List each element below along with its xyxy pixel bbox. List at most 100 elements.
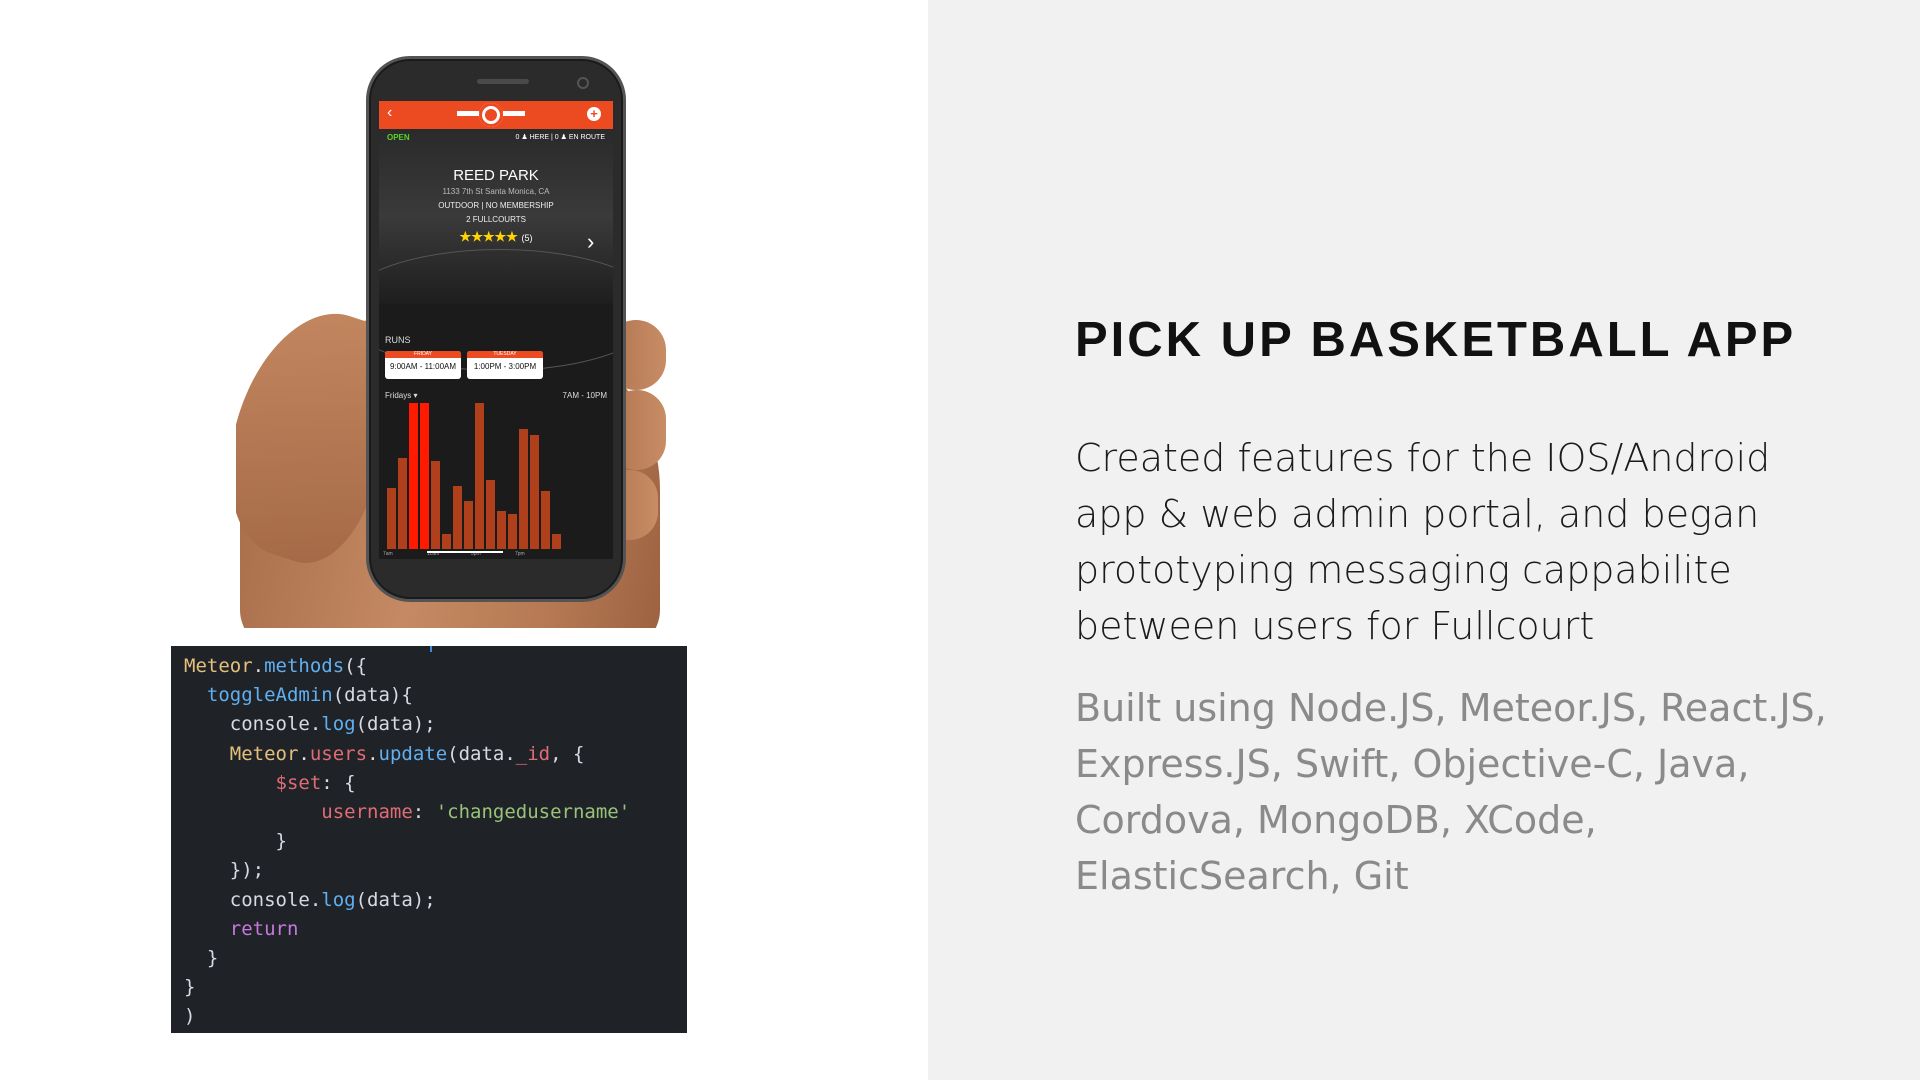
activity-bar: [486, 480, 495, 549]
rating-count: (5): [521, 233, 533, 243]
code-token: (data){: [332, 684, 413, 707]
code-token: update: [378, 742, 448, 765]
description-line: app & web admin portal, and began: [1075, 492, 1760, 536]
description-line: prototyping messaging cappabilite: [1075, 548, 1732, 592]
park-details: OUTDOOR | NO MEMBERSHIP: [438, 201, 554, 210]
presence-count: 0 ♟ HERE | 0 ♟ EN ROUTE: [515, 134, 605, 141]
code-token: }: [184, 830, 287, 853]
fullcourt-logo: [479, 103, 503, 127]
code-token: console.: [184, 888, 322, 911]
time-scrubber[interactable]: [427, 551, 503, 553]
code-token: log: [321, 888, 356, 911]
phone-speaker: [477, 79, 529, 84]
code-token: Meteor: [229, 742, 299, 765]
code-token: .: [298, 742, 310, 765]
code-line: }: [184, 827, 687, 856]
code-token: return: [229, 917, 299, 940]
code-line: }: [184, 973, 687, 1002]
phone-photo: ‹ + OPEN 0 ♟ HERE | 0 ♟ EN ROUTE REED PA…: [236, 50, 666, 628]
code-line: });: [184, 856, 687, 885]
phone-camera: [577, 77, 589, 89]
code-token: 'changedusername': [435, 801, 631, 824]
description: Created features for the IOS/Android app…: [1075, 430, 1835, 654]
app-header: ‹ +: [379, 101, 613, 129]
activity-bar: [552, 534, 561, 549]
chevron-right-icon[interactable]: ›: [587, 229, 594, 255]
run-time: 1:00PM - 3:00PM: [473, 362, 537, 371]
code-token: }: [184, 976, 196, 999]
activity-bar: [387, 488, 396, 549]
add-icon[interactable]: +: [587, 107, 601, 121]
code-line: username: 'changedusername': [184, 798, 687, 827]
activity-bar: [409, 403, 418, 549]
code-token: username: [321, 801, 413, 824]
app-screen: ‹ + OPEN 0 ♟ HERE | 0 ♟ EN ROUTE REED PA…: [379, 101, 613, 559]
code-line: return: [184, 915, 687, 944]
code-token: toggleAdmin: [206, 684, 333, 707]
description-line: between users for Fullcourt: [1075, 604, 1595, 648]
activity-bar: [442, 534, 451, 549]
code-token: :: [412, 801, 436, 824]
tech-line: Cordova, MongoDB, XCode,: [1075, 798, 1597, 842]
code-token: console.: [184, 713, 322, 736]
activity-bar: [398, 458, 407, 549]
code-line: }: [184, 944, 687, 973]
activity-bar: [420, 403, 429, 549]
x-label: 7am: [383, 551, 393, 557]
activity-bar: [475, 403, 484, 549]
code-token: }: [184, 947, 219, 970]
code-token: Meteor: [184, 655, 253, 677]
runs-label: RUNS: [385, 335, 411, 345]
back-icon[interactable]: ‹: [387, 104, 392, 122]
activity-bar: [508, 514, 517, 549]
code-token: , {: [550, 742, 585, 765]
code-token: _id: [515, 742, 551, 765]
activity-bar: [464, 501, 473, 549]
tech-stack: Built using Node.JS, Meteor.JS, React.JS…: [1075, 680, 1835, 904]
code-snippet: Meteor.methods({ toggleAdmin(data){ cons…: [171, 646, 687, 1033]
code-token: users: [309, 742, 368, 765]
run-day: FRIDAY: [385, 351, 461, 358]
activity-bar: [453, 486, 462, 549]
code-token: (data.: [447, 742, 516, 765]
rating: ★★★★★ (5): [379, 229, 613, 245]
code-line: $set: {: [184, 769, 687, 798]
activity-bar: [541, 491, 550, 549]
day-selector[interactable]: Fridays ▾: [385, 391, 417, 400]
code-token: .: [367, 742, 379, 765]
code-token: });: [184, 859, 265, 882]
run-day: TUESDAY: [467, 351, 543, 358]
park-address: 1133 7th St Santa Monica, CA: [442, 187, 550, 196]
activity-bar: [519, 429, 528, 549]
logo-wing: [503, 111, 525, 116]
code-token: .: [252, 655, 265, 677]
activity-bar: [497, 511, 506, 549]
code-line: console.log(data);: [184, 710, 687, 739]
code-token: ({: [344, 655, 368, 677]
park-courts: 2 FULLCOURTS: [466, 215, 526, 224]
star-icons: ★★★★★: [459, 229, 518, 244]
tech-line: Built using Node.JS, Meteor.JS, React.JS…: [1075, 686, 1827, 730]
park-name: REED PARK: [453, 167, 539, 184]
code-token: $set: [275, 771, 322, 794]
code-token: (data);: [355, 888, 436, 911]
tech-line: ElasticSearch, Git: [1075, 854, 1409, 898]
code-token: (data);: [355, 713, 436, 736]
description-line: Created features for the IOS/Android: [1075, 436, 1771, 480]
code-token: ): [184, 1005, 196, 1028]
code-token: : {: [321, 771, 356, 794]
run-card[interactable]: FRIDAY 9:00AM - 11:00AM: [385, 351, 461, 379]
text-cursor: [430, 646, 432, 652]
tech-line: Express.JS, Swift, Objective-C, Java,: [1075, 742, 1750, 786]
x-label: 7pm: [515, 551, 525, 557]
run-card[interactable]: TUESDAY 1:00PM - 3:00PM: [467, 351, 543, 379]
code-line: Meteor.methods({: [184, 652, 687, 681]
hours-range: 7AM - 10PM: [562, 391, 607, 400]
code-line: ): [184, 1002, 687, 1031]
activity-bar: [431, 461, 440, 549]
